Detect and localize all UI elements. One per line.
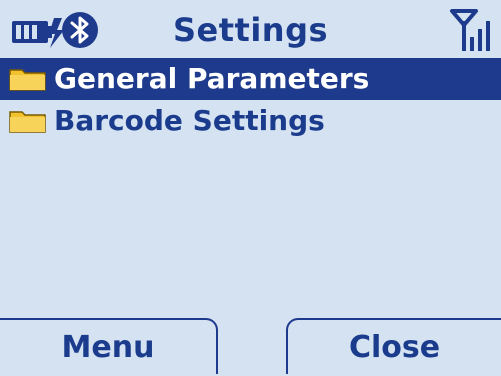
page-title: Settings	[172, 11, 329, 49]
folder-icon	[9, 69, 46, 91]
status-bar: Settings	[0, 0, 501, 60]
folder-icon	[9, 111, 46, 133]
menu-item-general-parameters[interactable]: General Parameters	[0, 58, 501, 100]
menu-item-label: General Parameters	[54, 62, 370, 95]
menu-item-barcode-settings[interactable]: Barcode Settings	[0, 100, 501, 142]
close-softkey-button[interactable]: Close	[286, 318, 501, 374]
menu-item-label: Barcode Settings	[54, 104, 325, 137]
signal-strength-icon	[450, 9, 490, 51]
menu-list: General Parameters Barcode Settings	[0, 58, 501, 142]
menu-softkey-button[interactable]: Menu	[0, 318, 218, 374]
